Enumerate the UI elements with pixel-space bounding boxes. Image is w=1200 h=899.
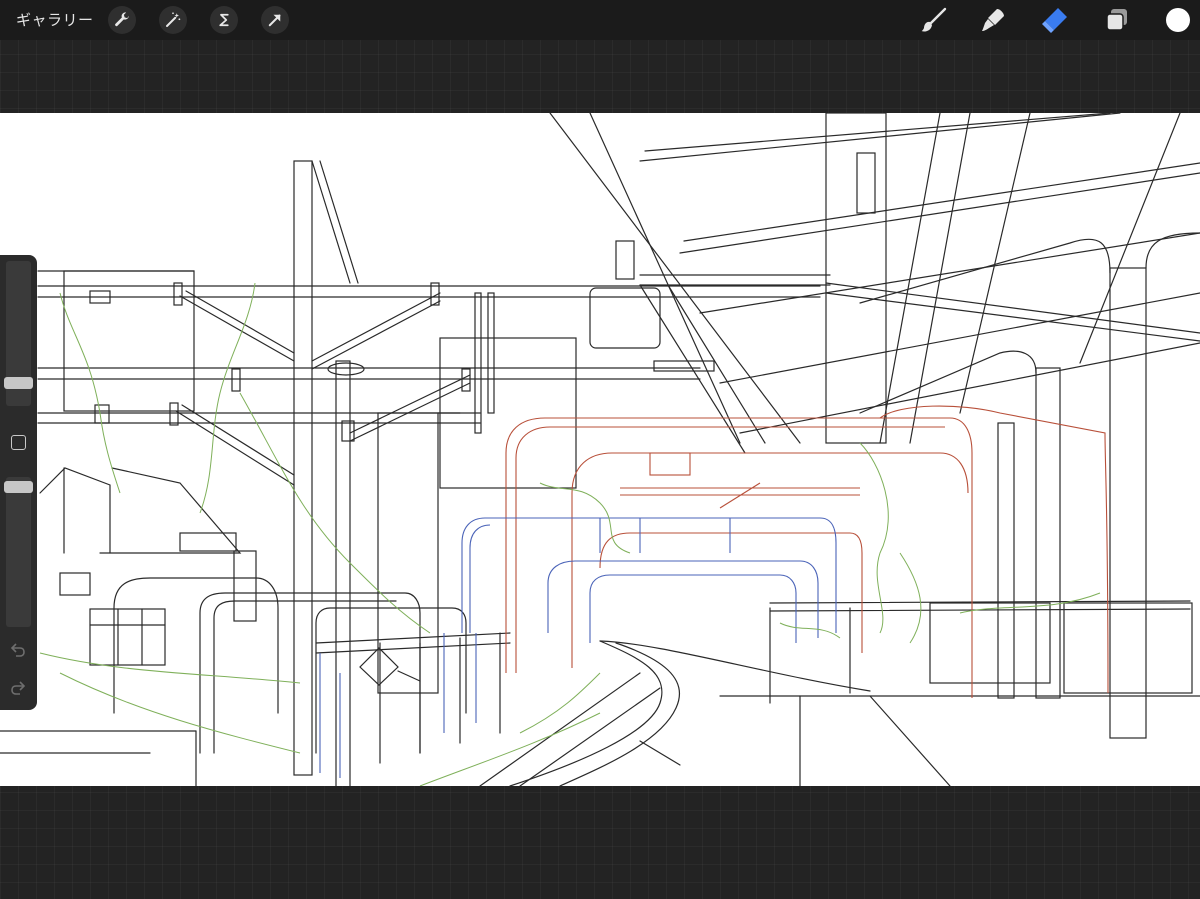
line-art-drawing — [0, 113, 1200, 786]
undo-button[interactable] — [9, 641, 27, 659]
wrench-icon — [115, 12, 129, 27]
redo-icon — [11, 681, 26, 695]
redo-button[interactable] — [9, 679, 27, 697]
color-picker-button[interactable] — [1166, 8, 1190, 32]
selection-button[interactable] — [210, 6, 238, 34]
adjustments-button[interactable] — [159, 6, 187, 34]
brush-size-thumb[interactable] — [4, 377, 33, 389]
smudge-icon — [982, 9, 1004, 31]
eraser-icon — [1042, 8, 1067, 33]
smudge-tool-button[interactable] — [976, 3, 1010, 37]
drawing-canvas[interactable] — [0, 113, 1200, 786]
brush-icon — [921, 7, 947, 32]
transform-arrow-icon — [268, 14, 281, 27]
selection-s-icon — [219, 13, 229, 27]
layers-icon — [1106, 9, 1127, 31]
magic-wand-icon — [166, 12, 181, 27]
brush-opacity-thumb[interactable] — [4, 481, 33, 493]
side-toolbar — [0, 255, 37, 710]
gallery-button[interactable]: ギャラリー — [16, 9, 94, 30]
top-toolbar: ギャラリー — [0, 0, 1200, 40]
brush-tool-button[interactable] — [917, 3, 951, 37]
layers-button[interactable] — [1100, 3, 1134, 37]
actions-button[interactable] — [108, 6, 136, 34]
undo-icon — [10, 643, 25, 657]
transform-button[interactable] — [261, 6, 289, 34]
brush-opacity-slider[interactable] — [6, 477, 31, 627]
modify-button[interactable] — [11, 435, 26, 450]
eraser-tool-button[interactable] — [1038, 3, 1072, 37]
